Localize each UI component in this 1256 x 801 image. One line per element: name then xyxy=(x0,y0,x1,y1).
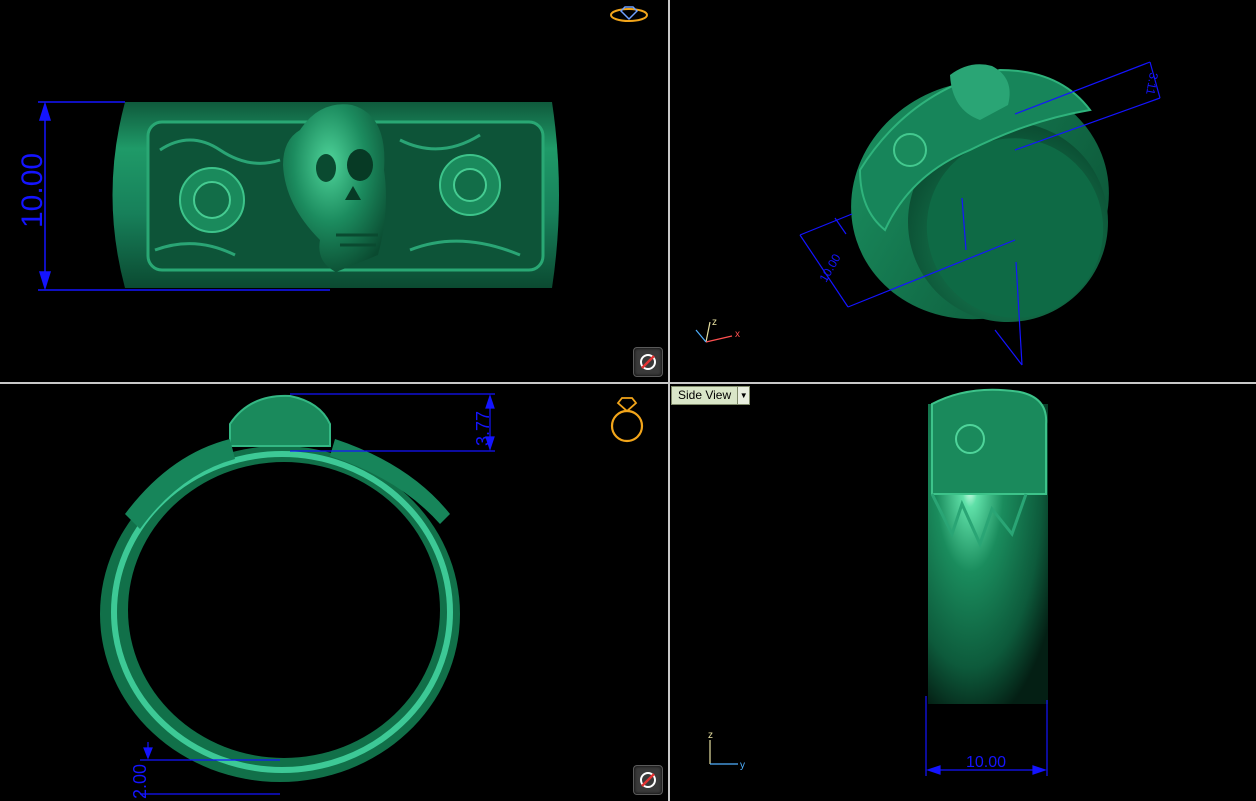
viewport-perspective[interactable]: 10.00 3.11 z x xyxy=(670,0,1256,382)
top-view-scene: 10.00 xyxy=(16,101,559,291)
ring-top-model xyxy=(112,102,559,288)
ring-top-icon[interactable] xyxy=(609,5,649,30)
ring-front-icon[interactable] xyxy=(609,394,645,451)
viewport-top[interactable]: 10.00 xyxy=(0,0,668,382)
perspective-dimension-height-label: 3.11 xyxy=(1143,71,1161,96)
axis-indicator-yz: z y xyxy=(704,728,754,775)
viewport-side[interactable]: Side View ▼ 10.00 z y xyxy=(670,384,1256,801)
orbit-icon xyxy=(640,354,656,370)
front-dimension-height-label: 3.77 xyxy=(473,411,493,446)
side-view-scene: 10.00 xyxy=(925,388,1048,776)
svg-text:y: y xyxy=(740,760,745,770)
ring-front-model xyxy=(100,394,460,782)
ring-side-model xyxy=(928,388,1048,704)
svg-text:x: x xyxy=(735,329,740,340)
perspective-scene: 10.00 3.11 xyxy=(799,61,1161,366)
viewport-front[interactable]: 3.77 2.00 xyxy=(0,384,668,801)
svg-text:z: z xyxy=(712,317,717,328)
orbit-button-front[interactable] xyxy=(633,765,663,795)
front-dimension-band-label: 2.00 xyxy=(130,764,150,799)
orbit-button-perspective[interactable] xyxy=(633,347,663,377)
side-dimension-width-label: 10.00 xyxy=(966,754,1006,771)
perspective-dimension-width-label: 10.00 xyxy=(816,251,843,284)
viewport-divider-horizontal[interactable] xyxy=(0,382,1256,384)
ring-perspective-model xyxy=(851,64,1109,322)
front-view-scene: 3.77 2.00 xyxy=(100,393,495,799)
axis-indicator-xz: z x xyxy=(690,316,750,355)
viewport-divider-vertical[interactable] xyxy=(668,0,670,801)
top-dimension-label: 10.00 xyxy=(16,153,49,228)
svg-text:z: z xyxy=(708,730,713,741)
orbit-icon xyxy=(640,772,656,788)
